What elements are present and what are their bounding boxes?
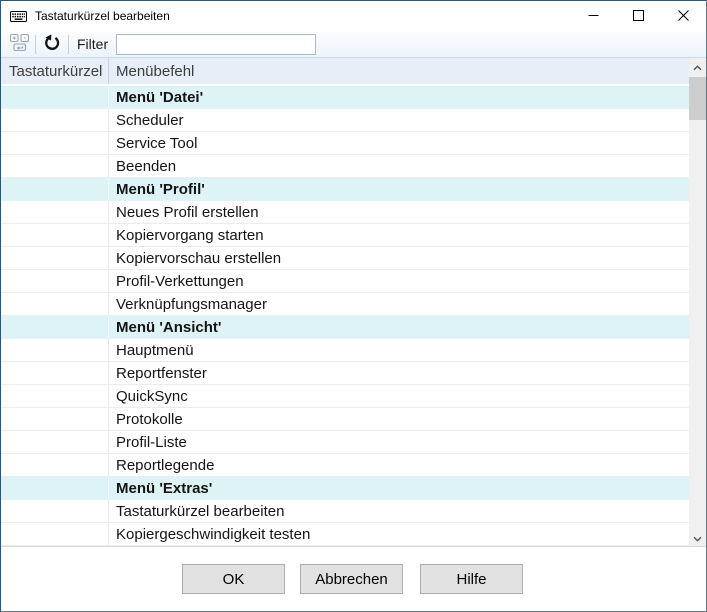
close-icon: [678, 9, 689, 24]
table-row[interactable]: Beenden: [1, 155, 689, 178]
column-header-command[interactable]: Menübefehl: [109, 58, 689, 84]
cell-command: Menü 'Extras': [109, 477, 689, 499]
cell-command: Neues Profil erstellen: [109, 201, 689, 223]
table-row[interactable]: Menü 'Datei': [1, 86, 689, 109]
cell-command: Hauptmenü: [109, 339, 689, 361]
table-row[interactable]: Neues Profil erstellen: [1, 201, 689, 224]
minimize-icon: [588, 9, 599, 24]
cell-shortcut: [1, 293, 109, 315]
cell-shortcut: [1, 201, 109, 223]
cell-command: Tastaturkürzel bearbeiten: [109, 500, 689, 522]
cell-shortcut: [1, 500, 109, 522]
cell-command: Reportlegende: [109, 454, 689, 476]
keyboard-icon: [10, 8, 27, 25]
table-row[interactable]: Kopiervorschau erstellen: [1, 247, 689, 270]
filter-label: Filter: [77, 36, 108, 52]
toolbar-separator: [68, 35, 69, 54]
cell-command: Scheduler: [109, 109, 689, 131]
scrollbar-thumb[interactable]: [689, 77, 706, 120]
cell-command: Menü 'Ansicht': [109, 316, 689, 338]
cell-command: Protokolle: [109, 408, 689, 430]
footer: OK Abbrechen Hilfe: [1, 546, 706, 611]
cell-command: Profil-Verkettungen: [109, 270, 689, 292]
toolbar-separator: [35, 35, 36, 54]
table-row[interactable]: Menü 'Profil': [1, 178, 689, 201]
filter-input[interactable]: [116, 34, 316, 55]
cell-shortcut: [1, 523, 109, 545]
chevron-down-icon: [693, 530, 702, 545]
table-row[interactable]: QuickSync: [1, 385, 689, 408]
table-body: Menü 'Datei' Scheduler Service Tool Been…: [1, 86, 689, 546]
undo-icon: [43, 34, 61, 55]
chevron-up-icon: [693, 59, 702, 74]
cancel-button[interactable]: Abbrechen: [300, 564, 403, 594]
cell-command: Kopiervorschau erstellen: [109, 247, 689, 269]
table-row[interactable]: Reportlegende: [1, 454, 689, 477]
toolbar: Filter: [1, 31, 706, 58]
table-row[interactable]: Service Tool: [1, 132, 689, 155]
shortcuts-table: Tastaturkürzel Menübefehl Menü 'Datei' S…: [1, 58, 689, 546]
cell-shortcut: [1, 339, 109, 361]
close-button[interactable]: [661, 1, 706, 31]
cell-shortcut: [1, 247, 109, 269]
table-row[interactable]: Tastaturkürzel bearbeiten: [1, 500, 689, 523]
cell-shortcut: [1, 385, 109, 407]
cell-shortcut: [1, 86, 109, 108]
table-row[interactable]: Menü 'Extras': [1, 477, 689, 500]
cell-shortcut: [1, 132, 109, 154]
cell-command: Menü 'Profil': [109, 178, 689, 200]
cell-shortcut: [1, 362, 109, 384]
window-title: Tastaturkürzel bearbeiten: [35, 9, 170, 23]
cell-shortcut: [1, 155, 109, 177]
table-row[interactable]: Kopiergeschwindigkeit testen: [1, 523, 689, 546]
table-header: Tastaturkürzel Menübefehl: [1, 58, 689, 86]
cell-shortcut: [1, 477, 109, 499]
cell-shortcut: [1, 454, 109, 476]
keyboard-keys-icon: [9, 33, 30, 55]
minimize-button[interactable]: [571, 1, 616, 31]
cell-command: Service Tool: [109, 132, 689, 154]
reset-shortcuts-button[interactable]: [39, 33, 65, 56]
table-row[interactable]: Scheduler: [1, 109, 689, 132]
cell-shortcut: [1, 316, 109, 338]
table-row[interactable]: Reportfenster: [1, 362, 689, 385]
cell-command: QuickSync: [109, 385, 689, 407]
cell-shortcut: [1, 178, 109, 200]
cell-command: Menü 'Datei': [109, 86, 689, 108]
help-button[interactable]: Hilfe: [420, 564, 523, 594]
cell-shortcut: [1, 408, 109, 430]
ok-button[interactable]: OK: [182, 564, 285, 594]
table-row[interactable]: Protokolle: [1, 408, 689, 431]
table-row[interactable]: Kopiervorgang starten: [1, 224, 689, 247]
maximize-button[interactable]: [616, 1, 661, 31]
table-row[interactable]: Menü 'Ansicht': [1, 316, 689, 339]
cell-command: Beenden: [109, 155, 689, 177]
scroll-down-button[interactable]: [689, 529, 706, 546]
table-row[interactable]: Profil-Verkettungen: [1, 270, 689, 293]
cell-command: Kopiervorgang starten: [109, 224, 689, 246]
cell-command: Profil-Liste: [109, 431, 689, 453]
table-row[interactable]: Verknüpfungsmanager: [1, 293, 689, 316]
assign-shortcut-button[interactable]: [6, 33, 32, 56]
column-header-shortcut[interactable]: Tastaturkürzel: [1, 58, 109, 84]
cell-shortcut: [1, 431, 109, 453]
table-row[interactable]: Hauptmenü: [1, 339, 689, 362]
scroll-up-button[interactable]: [689, 58, 706, 75]
cell-shortcut: [1, 224, 109, 246]
cell-command: Verknüpfungsmanager: [109, 293, 689, 315]
table-row[interactable]: Profil-Liste: [1, 431, 689, 454]
cell-command: Reportfenster: [109, 362, 689, 384]
cell-shortcut: [1, 109, 109, 131]
maximize-icon: [633, 9, 644, 24]
cell-command: Kopiergeschwindigkeit testen: [109, 523, 689, 545]
vertical-scrollbar[interactable]: [689, 58, 706, 546]
cell-shortcut: [1, 270, 109, 292]
window-controls: [571, 1, 706, 31]
dialog-window: Tastaturkürzel bearbeiten: [0, 0, 707, 612]
titlebar: Tastaturkürzel bearbeiten: [1, 1, 706, 31]
